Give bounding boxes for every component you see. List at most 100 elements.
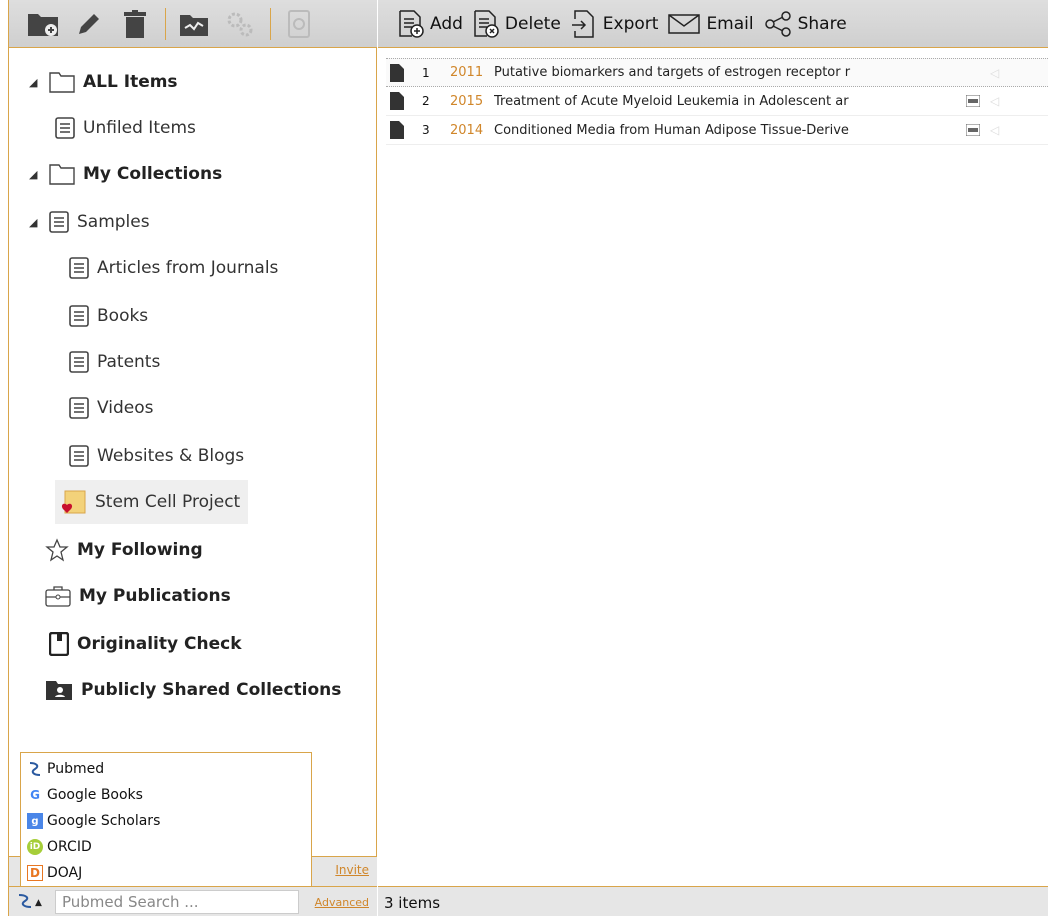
tree-books[interactable]: Books [69,296,148,336]
left-pane: ◢ ALL Items Unfiled Items ◢ My Collectio… [8,0,377,916]
search-source-selector[interactable]: ▲ [17,894,57,912]
source-option-pubmed[interactable]: Pubmed [27,756,311,782]
heart-folder-icon [59,489,87,515]
document-icon [390,121,408,139]
tree-publicly-shared-collections[interactable]: Publicly Shared Collections [45,670,341,710]
add-document-icon [398,9,424,38]
folder-icon [49,71,75,93]
pubmed-icon [17,893,33,913]
google-scholar-icon: g [27,813,43,829]
flag-icon[interactable]: ◁ [990,94,1004,108]
tree-label: Samples [77,212,150,232]
row-number: 3 [422,123,430,137]
collapse-triangle-icon[interactable]: ◢ [29,168,39,181]
source-option-orcid[interactable]: iD ORCID [27,834,311,860]
tree-label: Unfiled Items [83,118,196,138]
toolbar-divider [270,7,271,40]
table-row[interactable]: 1 2011 Putative biomarkers and targets o… [386,58,1048,87]
invite-link[interactable]: Invite [335,863,369,877]
tree-label: Videos [97,398,154,418]
row-year: 2015 [450,93,484,109]
search-source-dropdown[interactable]: Pubmed G Google Books g Google Scholars … [20,752,312,887]
document-icon [390,92,408,110]
tree-videos[interactable]: Videos [69,388,154,428]
briefcase-icon [45,585,71,607]
tree-my-publications[interactable]: My Publications [45,576,231,616]
collapse-triangle-icon[interactable]: ◢ [29,76,39,89]
table-row[interactable]: 2 2015 Treatment of Acute Myeloid Leukem… [386,87,1048,116]
edit-icon[interactable] [73,8,105,40]
caret-up-icon: ▲ [35,898,42,908]
export-button[interactable]: Export [571,9,658,39]
document-list-icon [69,445,89,467]
tree-stem-cell-project[interactable]: Stem Cell Project [55,480,249,524]
row-title: Treatment of Acute Myeloid Leukemia in A… [494,93,849,109]
row-title: Putative biomarkers and targets of estro… [494,65,851,80]
tree-label: Websites & Blogs [97,446,245,466]
row-number: 2 [422,94,430,108]
tree-label: My Following [77,540,203,560]
trash-icon[interactable] [119,8,151,40]
row-year: 2011 [450,65,484,80]
tree-unfiled-items[interactable]: Unfiled Items [55,108,196,148]
folder-icon [49,163,75,185]
search-input[interactable] [55,890,299,914]
items-pane: Add Delete Export Email Share 1 2011 Put… [378,0,1048,916]
tree-all-items[interactable]: ◢ ALL Items [29,62,178,102]
tree-my-collections[interactable]: ◢ My Collections [29,154,222,194]
document-list-icon [69,257,89,279]
search-bar: ▲ Advanced [9,886,377,916]
settings-gears-icon[interactable] [224,8,256,40]
pdf-icon[interactable] [966,95,984,107]
document-list-icon [69,305,89,327]
collections-toolbar [9,0,377,48]
source-option-google-scholars[interactable]: g Google Scholars [27,808,311,834]
tree-label: Patents [97,352,161,372]
document-list-icon [69,397,89,419]
flag-icon[interactable]: ◁ [990,66,1004,80]
new-folder-icon[interactable] [27,8,59,40]
document-icon [390,63,408,82]
share-button[interactable]: Share [764,10,847,37]
source-option-doaj[interactable]: D DOAJ [27,860,311,886]
table-row[interactable]: 3 2014 Conditioned Media from Human Adip… [386,116,1048,145]
tree-label: Articles from Journals [97,258,279,278]
tree-label: My Collections [83,164,223,184]
document-list-icon [49,211,69,233]
tree-articles-from-journals[interactable]: Articles from Journals [69,248,278,288]
pdf-icon[interactable] [966,124,984,136]
star-icon [45,538,69,562]
document-list-icon [55,117,75,139]
tree-label: Stem Cell Project [95,492,241,512]
export-icon [571,9,597,39]
shared-folder-icon [45,679,73,701]
tree-patents[interactable]: Patents [69,342,160,382]
tree-originality-check[interactable]: Originality Check [49,624,242,664]
item-count: 3 items [384,894,441,912]
collapse-triangle-icon[interactable]: ◢ [29,216,39,229]
tree-label: Books [97,306,149,326]
toolbar-divider [165,7,166,40]
tree-label: My Publications [79,586,231,606]
advanced-search-link[interactable]: Advanced [315,896,369,909]
source-option-google-books[interactable]: G Google Books [27,782,311,808]
delete-button[interactable]: Delete [473,9,561,38]
orcid-icon: iD [27,839,43,855]
web-import-icon[interactable] [283,8,315,40]
envelope-icon [668,13,701,35]
doaj-icon: D [27,865,43,881]
add-button[interactable]: Add [398,9,463,38]
tree-my-following[interactable]: My Following [45,530,203,570]
tree-samples[interactable]: ◢ Samples [29,202,150,242]
flag-icon[interactable]: ◁ [990,123,1004,137]
items-list: 1 2011 Putative biomarkers and targets o… [386,58,1048,145]
pubmed-icon [27,761,43,777]
tree-websites-blogs[interactable]: Websites & Blogs [69,436,244,476]
activity-folder-icon[interactable] [178,8,210,40]
tree-label: Originality Check [77,634,242,654]
items-toolbar: Add Delete Export Email Share [378,0,1048,48]
row-number: 1 [422,65,430,80]
email-button[interactable]: Email [668,13,754,35]
tree-label: ALL Items [83,72,178,92]
tree-label: Publicly Shared Collections [81,680,342,700]
